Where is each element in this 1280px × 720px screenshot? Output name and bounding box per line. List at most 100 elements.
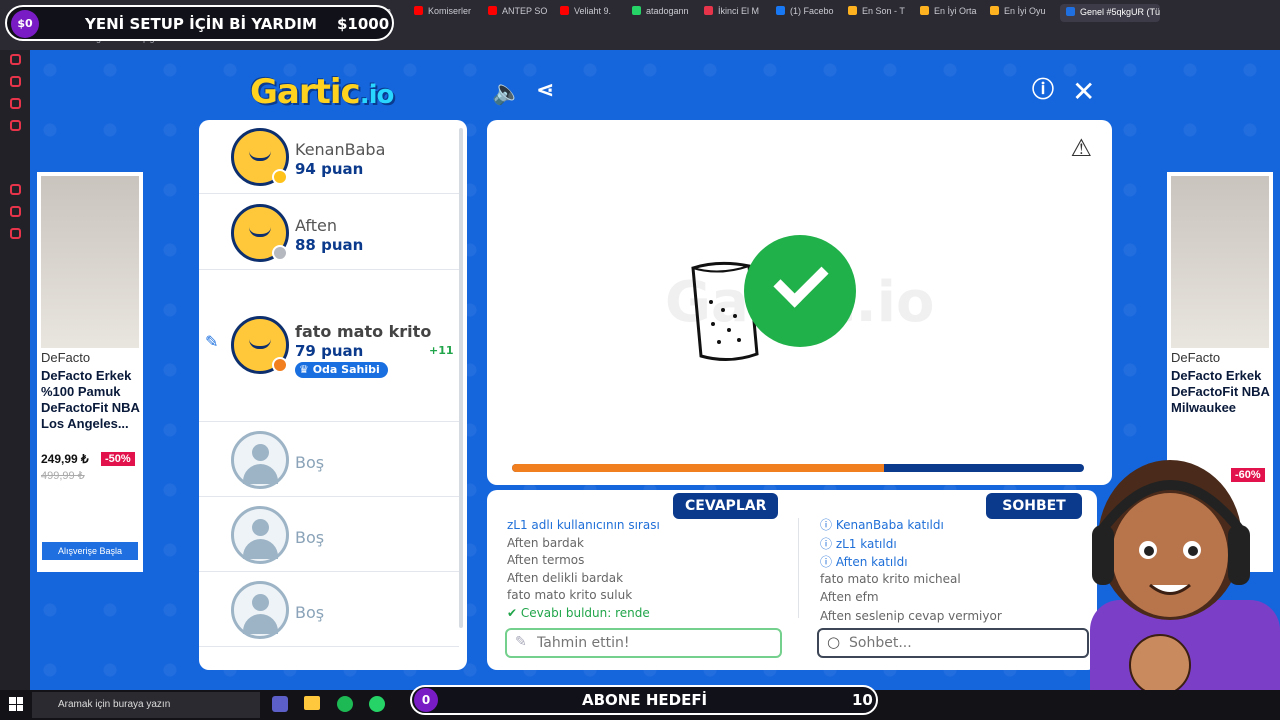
- close-icon[interactable]: ✕: [1072, 78, 1095, 106]
- empty-avatar: [231, 581, 289, 639]
- ad-photo: [1171, 176, 1269, 348]
- donation-current: $0: [11, 10, 39, 38]
- ad-left[interactable]: DeFacto DeFacto Erkek %100 Pamuk DeFacto…: [37, 172, 143, 572]
- chat-input[interactable]: [849, 630, 1069, 656]
- browser-tab[interactable]: En Son - T: [848, 6, 905, 24]
- answer-field[interactable]: ✎: [505, 628, 782, 658]
- player-score: 94 puan: [295, 160, 364, 178]
- tab-label: ANTEP SO: [502, 6, 548, 16]
- drawing-canvas[interactable]: Gartic.io ⚠: [487, 120, 1112, 485]
- tab-favicon-icon: [488, 6, 497, 15]
- sidebar-icon[interactable]: [10, 184, 21, 195]
- tab-label: atadogann: [646, 6, 689, 16]
- chat-divider: [798, 518, 799, 618]
- taskbar-search[interactable]: Aramak için buraya yazın: [32, 692, 260, 718]
- donation-goal: $1000: [337, 15, 390, 33]
- file-explorer-icon[interactable]: [304, 696, 320, 710]
- sidebar-icon[interactable]: [10, 228, 21, 239]
- donation-title: YENİ SETUP İÇİN Bİ YARDIM: [85, 15, 317, 33]
- drawing-pencil-icon: ✎: [205, 332, 219, 351]
- browser-tab[interactable]: ANTEP SO: [488, 6, 547, 24]
- status-dot: [272, 169, 288, 185]
- ad-title[interactable]: DeFacto Erkek DeFactoFit NBA Milwaukee: [1171, 368, 1271, 416]
- goal-current: 0: [414, 688, 438, 712]
- empty-slot-label: Boş: [295, 603, 325, 622]
- answer-message: zL1 adlı kullanıcının sırası: [507, 518, 660, 532]
- player-avatar: [231, 204, 289, 262]
- teams-icon[interactable]: [272, 696, 288, 712]
- share-icon[interactable]: ⋖: [536, 80, 554, 102]
- sidebar-icon[interactable]: [10, 98, 21, 109]
- tab-chat[interactable]: SOHBET: [986, 493, 1082, 519]
- sound-icon[interactable]: 🔈: [492, 80, 522, 104]
- windows-start-icon[interactable]: [9, 697, 23, 711]
- sidebar-icon[interactable]: [10, 120, 21, 131]
- tab-favicon-icon: [920, 6, 929, 15]
- answer-message: fato mato krito suluk: [507, 588, 633, 602]
- tab-label: Genel #5qkgUR (Tü: [1080, 7, 1160, 17]
- browser-tab[interactable]: (1) Facebo: [776, 6, 834, 24]
- gartic-logo: Gartic.io: [250, 72, 394, 112]
- tab-label: En İyi Oyu: [1004, 6, 1046, 16]
- empty-avatar: [231, 431, 289, 489]
- player-row: ✎ fato mato krito 79 puan ♛ Oda Sahibi +…: [199, 270, 459, 422]
- tab-label: (1) Facebo: [790, 6, 834, 16]
- sidebar-icon[interactable]: [10, 76, 21, 87]
- chat-message: Aften efm: [820, 590, 879, 604]
- chat-bubble-icon: ○: [827, 633, 841, 651]
- players-panel: KenanBaba 94 puan Aften 88 puan ✎ fato m…: [199, 120, 467, 670]
- chat-message: ⓘ Aften katıldı: [820, 555, 908, 569]
- tab-favicon-icon: [414, 6, 423, 15]
- tab-favicon-icon: [560, 6, 569, 15]
- empty-slot: Boş: [199, 573, 459, 647]
- report-warning-icon[interactable]: ⚠: [1070, 134, 1092, 162]
- chat-message: fato mato krito micheal: [820, 571, 961, 586]
- ad-price: 249,99 ₺: [41, 452, 89, 466]
- chat-field[interactable]: ○: [817, 628, 1089, 658]
- round-timer-bar: [512, 464, 1084, 472]
- subscriber-goal-bar: 0 ABONE HEDEFİ 10: [410, 685, 878, 715]
- status-dot: [272, 357, 288, 373]
- answer-message: Aften bardak: [507, 535, 584, 550]
- answer-message: ✔ Cevabı buldun: rende: [507, 605, 650, 620]
- players-scrollbar[interactable]: [459, 128, 463, 628]
- answer-message: Aften delikli bardak: [507, 570, 624, 585]
- browser-tab[interactable]: Veliaht 9.: [560, 6, 611, 24]
- browser-tab[interactable]: atadogann: [632, 6, 689, 24]
- browser-tab[interactable]: İkinci El M: [704, 6, 759, 24]
- streamer-avatar: [1090, 460, 1280, 720]
- empty-slot: Boş: [199, 423, 459, 497]
- answer-input[interactable]: [537, 630, 767, 656]
- pencil-icon: ✎: [515, 634, 527, 650]
- whatsapp-icon[interactable]: [369, 696, 385, 712]
- browser-sidebar: [0, 50, 30, 690]
- ad-shop-button[interactable]: Alışverişe Başla: [42, 542, 138, 560]
- ad-title[interactable]: DeFacto Erkek %100 Pamuk DeFactoFit NBA …: [41, 368, 141, 432]
- status-dot: [272, 245, 288, 261]
- tab-favicon-icon: [990, 6, 999, 15]
- tab-favicon-icon: [776, 6, 785, 15]
- spotify-icon[interactable]: [337, 696, 353, 712]
- answer-message: Aften termos: [507, 553, 585, 567]
- tab-favicon-icon: [704, 6, 713, 15]
- empty-slot: Boş: [199, 498, 459, 572]
- info-icon[interactable]: ⓘ: [1032, 80, 1054, 102]
- sidebar-icon[interactable]: [10, 206, 21, 217]
- room-owner-badge: ♛ Oda Sahibi: [295, 362, 388, 378]
- ad-old-price: 499,99 ₺: [41, 470, 85, 482]
- tab-favicon-icon: [1066, 7, 1075, 16]
- browser-tab[interactable]: En İyi Oyu: [990, 6, 1046, 24]
- tab-label: Veliaht 9.: [574, 6, 612, 16]
- tab-label: İkinci El M: [718, 6, 760, 16]
- player-score: 79 puan: [295, 342, 364, 360]
- sidebar-icon[interactable]: [10, 54, 21, 65]
- browser-tab[interactable]: En İyi Orta: [920, 6, 977, 24]
- player-name: Aften: [295, 216, 337, 235]
- tab-favicon-icon: [848, 6, 857, 15]
- empty-slot-label: Boş: [295, 528, 325, 547]
- player-name: KenanBaba: [295, 140, 386, 159]
- browser-tab[interactable]: Genel #5qkgUR (Tü: [1060, 4, 1160, 22]
- tab-answers[interactable]: CEVAPLAR: [673, 493, 779, 519]
- correct-check-icon: [744, 235, 856, 347]
- browser-tab[interactable]: Komiserler: [414, 6, 471, 24]
